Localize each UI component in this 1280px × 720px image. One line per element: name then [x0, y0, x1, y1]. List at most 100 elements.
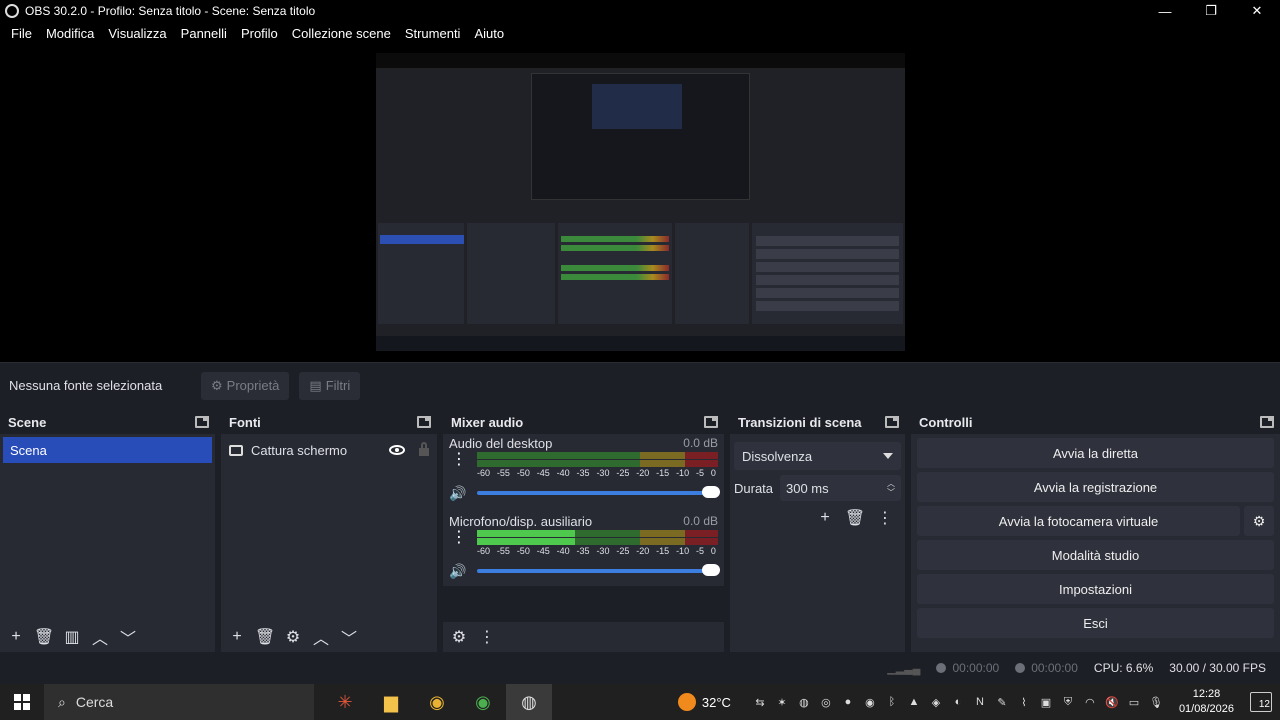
volume-slider[interactable]	[477, 486, 720, 498]
battery-icon[interactable]: ▭	[1127, 695, 1141, 709]
bluetooth-icon[interactable]: ᛒ	[885, 695, 899, 709]
transition-select[interactable]: Dissolvenza	[734, 442, 901, 470]
menu-visualizza[interactable]: Visualizza	[101, 26, 173, 41]
notification-badge[interactable]: 12	[1250, 692, 1272, 712]
studio-mode-button[interactable]: Modalità studio	[917, 540, 1274, 570]
undock-icon[interactable]	[704, 416, 718, 428]
kebab-menu-icon[interactable]: ⋮	[477, 627, 497, 647]
drive-icon[interactable]: ▲	[907, 695, 921, 709]
tray-overflow-icon[interactable]: ⇆	[753, 695, 767, 709]
menu-profilo[interactable]: Profilo	[234, 26, 285, 41]
microphone-icon[interactable]: 🎙	[1149, 695, 1163, 709]
tray-app-icon[interactable]: ●	[841, 695, 855, 709]
start-virtual-camera-button[interactable]: Avvia la fotocamera virtuale	[917, 506, 1240, 536]
filters-button[interactable]: ▤ Filtri	[299, 371, 361, 400]
taskbar-search[interactable]: ⌕ Cerca	[44, 684, 314, 720]
move-up-icon[interactable]: ︿	[311, 627, 331, 648]
tray-app-icon[interactable]: ▣	[1039, 695, 1053, 709]
maximize-button[interactable]: ❐	[1188, 0, 1234, 22]
source-item[interactable]: Cattura schermo	[221, 437, 437, 463]
undock-icon[interactable]	[417, 416, 431, 428]
move-down-icon[interactable]: ﹀	[339, 627, 359, 648]
chrome-icon[interactable]: ◉	[414, 684, 460, 720]
close-button[interactable]: ✕	[1234, 0, 1280, 22]
kebab-menu-icon[interactable]: ⋮	[449, 452, 469, 468]
signal-bars-icon: ▁▂▃▄	[887, 662, 921, 675]
menu-pannelli[interactable]: Pannelli	[174, 26, 234, 41]
scenes-title: Scene	[8, 414, 47, 430]
undock-icon[interactable]	[195, 416, 209, 428]
menu-collezione-scene[interactable]: Collezione scene	[285, 26, 398, 41]
source-name: Cattura schermo	[251, 442, 348, 458]
visibility-eye-icon[interactable]	[389, 445, 405, 455]
weather-widget[interactable]: 32°C	[677, 693, 731, 711]
chrome-profile-icon[interactable]: ◉	[460, 684, 506, 720]
menu-bar: File Modifica Visualizza Pannelli Profil…	[0, 22, 1280, 44]
move-up-icon[interactable]: ︿	[90, 627, 110, 648]
wifi-icon[interactable]: ◠	[1083, 695, 1097, 709]
gear-icon: ⚙	[211, 377, 223, 393]
volume-muted-icon[interactable]: 🔇	[1105, 695, 1119, 709]
start-stream-button[interactable]: Avvia la diretta	[917, 438, 1274, 468]
move-down-icon[interactable]: ﹀	[118, 627, 138, 648]
obs-logo-icon	[5, 4, 19, 18]
pen-icon[interactable]: ✎	[995, 695, 1009, 709]
gear-icon[interactable]: ⚙	[283, 627, 303, 647]
speaker-icon[interactable]: 🔊	[449, 485, 467, 502]
exit-button[interactable]: Esci	[917, 608, 1274, 638]
channel-name: Microfono/disp. ausiliario	[449, 513, 593, 529]
spin-arrows-icon[interactable]: ︿ ﹀	[887, 479, 895, 497]
scenes-dock: Scene Scena + 🗑 ▥ ︿ ﹀	[0, 410, 215, 652]
minimize-button[interactable]: —	[1142, 0, 1188, 22]
start-button[interactable]	[0, 684, 44, 720]
tray-obs-icon[interactable]: ◍	[797, 695, 811, 709]
kebab-menu-icon[interactable]: ⋮	[449, 530, 469, 546]
trash-icon[interactable]: 🗑	[845, 508, 865, 528]
trash-icon[interactable]: 🗑	[34, 627, 54, 647]
add-icon[interactable]: +	[227, 627, 247, 647]
scene-item[interactable]: Scena	[3, 437, 212, 463]
menu-strumenti[interactable]: Strumenti	[398, 26, 468, 41]
tray-chrome-icon[interactable]: ◉	[863, 695, 877, 709]
add-icon[interactable]: +	[815, 508, 835, 528]
channel-db: 0.0 dB	[683, 436, 718, 450]
volume-slider[interactable]	[477, 564, 720, 576]
add-icon[interactable]: +	[6, 627, 26, 647]
advanced-audio-gear-icon[interactable]: ⚙	[449, 627, 469, 647]
kebab-menu-icon[interactable]: ⋮	[875, 508, 895, 528]
audio-mixer-dock: Mixer audio Audio del desktop 0.0 dB ⋮ -6…	[443, 410, 724, 652]
controls-dock: Controlli Avvia la diretta Avvia la regi…	[911, 410, 1280, 652]
network-icon[interactable]: ⌇	[1017, 695, 1031, 709]
onenote-icon[interactable]: N	[973, 695, 987, 709]
menu-modifica[interactable]: Modifica	[39, 26, 101, 41]
speaker-icon[interactable]: 🔊	[449, 563, 467, 580]
mixer-channel: Audio del desktop 0.0 dB ⋮ -60 -55 -50 -45 -4…	[443, 434, 724, 508]
preview-area[interactable]	[0, 44, 1280, 362]
menu-aiuto[interactable]: Aiuto	[467, 26, 511, 41]
duration-spinbox[interactable]: 300 ms ︿ ﹀	[780, 475, 901, 501]
app-spark-icon[interactable]: ✳	[322, 684, 368, 720]
virtual-camera-settings-gear-icon[interactable]: ⚙	[1244, 506, 1274, 536]
settings-button[interactable]: Impostazioni	[917, 574, 1274, 604]
file-explorer-icon[interactable]: ▆	[368, 684, 414, 720]
undock-icon[interactable]	[1260, 416, 1274, 428]
obs-taskbar-icon[interactable]: ◍	[506, 684, 552, 720]
lock-icon[interactable]	[419, 442, 429, 456]
shield-icon[interactable]: ◈	[929, 695, 943, 709]
scene-filters-icon[interactable]: ▥	[62, 627, 82, 647]
preview-canvas[interactable]	[376, 53, 905, 351]
start-recording-button[interactable]: Avvia la registrazione	[917, 472, 1274, 502]
undock-icon[interactable]	[885, 416, 899, 428]
duration-label: Durata	[734, 480, 774, 496]
tray-app-icon[interactable]: ✶	[775, 695, 789, 709]
tray-app-icon[interactable]: ◐	[951, 695, 965, 709]
trash-icon[interactable]: 🗑	[255, 627, 275, 647]
meter-scale: -60 -55 -50 -45 -40 -35 -30 -25 -20 -15 -10 -5 0	[477, 546, 716, 556]
windows-logo-icon	[14, 694, 30, 710]
clock[interactable]: 12:28 01/08/2026	[1179, 687, 1234, 717]
menu-file[interactable]: File	[4, 26, 39, 41]
security-icon[interactable]: ⛨	[1061, 695, 1075, 709]
properties-button[interactable]: ⚙ Proprietà	[201, 371, 290, 400]
transitions-title: Transizioni di scena	[738, 414, 862, 430]
tray-app-icon[interactable]: ◎	[819, 695, 833, 709]
